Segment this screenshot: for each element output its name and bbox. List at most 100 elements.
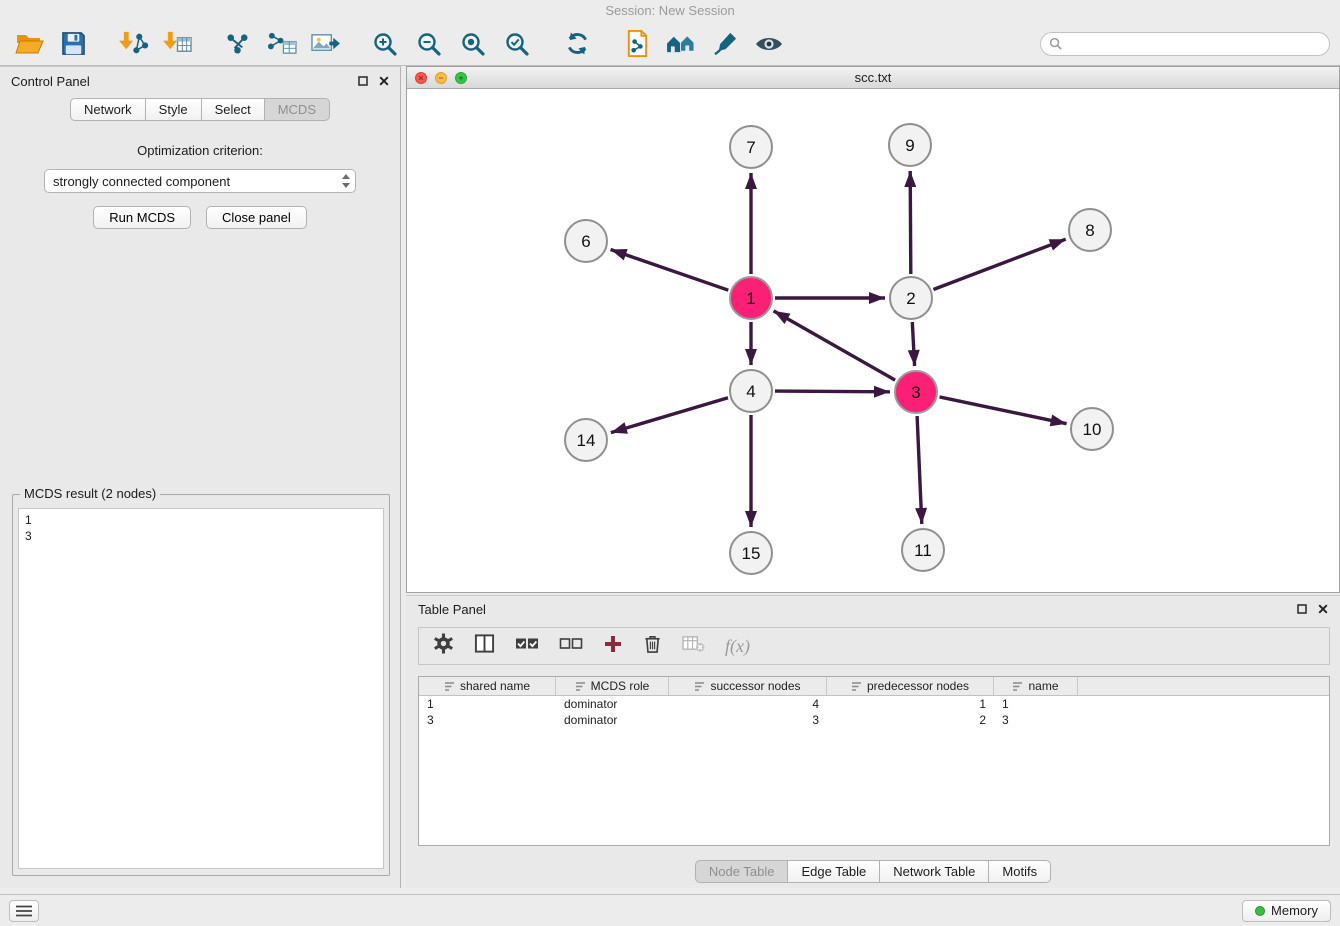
tab-style[interactable]: Style (145, 98, 202, 121)
column-header-mcds-role[interactable]: MCDS role (556, 677, 669, 695)
edge-1-6[interactable] (611, 250, 729, 291)
show-columns-button[interactable] (474, 633, 495, 659)
search-input[interactable] (1067, 36, 1321, 51)
open-folder-icon (14, 31, 44, 57)
node-4[interactable]: 4 (730, 370, 772, 412)
node-11[interactable]: 11 (902, 529, 944, 571)
close-panel-button[interactable] (379, 76, 389, 86)
edge-2-9[interactable] (910, 171, 911, 274)
columns-icon (474, 633, 495, 654)
criterion-dropdown[interactable]: strongly connected component (44, 169, 356, 193)
node-14[interactable]: 14 (565, 419, 607, 461)
first-neighbors-button[interactable] (662, 27, 700, 61)
table-row-1[interactable]: 1dominator411 (419, 696, 1329, 712)
zoom-selected-button[interactable] (498, 27, 536, 61)
edge-3-10[interactable] (940, 397, 1067, 424)
float-table-panel-button[interactable] (1297, 604, 1307, 614)
search-icon (1049, 37, 1062, 50)
new-network-button[interactable] (218, 27, 256, 61)
table-tab-node-table[interactable]: Node Table (695, 860, 789, 883)
open-button[interactable] (10, 27, 48, 61)
column-header-shared-name[interactable]: shared name (419, 677, 556, 695)
table-settings-button[interactable] (433, 633, 454, 659)
add-column-button[interactable] (603, 634, 623, 659)
zoom-out-button[interactable] (410, 27, 448, 61)
network-window-titlebar[interactable]: scc.txt × − + (407, 67, 1339, 89)
edge-2-8[interactable] (933, 239, 1065, 289)
houses-icon (665, 31, 698, 56)
tab-network[interactable]: Network (70, 98, 146, 121)
zoom-in-icon (372, 31, 398, 57)
network-canvas[interactable]: 7 9 6 8 1 2 4 3 14 10 15 11 (407, 89, 1339, 592)
edge-4-3[interactable] (775, 391, 890, 392)
tab-select[interactable]: Select (201, 98, 265, 121)
sort-icon (1012, 681, 1023, 692)
search-box[interactable] (1040, 32, 1330, 56)
mcds-result-text[interactable]: 1 3 (18, 508, 384, 869)
edge-3-1[interactable] (774, 311, 896, 380)
control-panel-title: Control Panel (11, 74, 90, 89)
save-button[interactable] (54, 27, 92, 61)
unselect-all-button[interactable] (559, 637, 583, 656)
select-all-button[interactable] (515, 637, 539, 656)
float-panel-button[interactable] (358, 76, 368, 86)
cell-name: 3 (994, 712, 1078, 728)
edge-2-3[interactable] (912, 322, 914, 366)
column-header-successor-nodes[interactable]: successor nodes (669, 677, 827, 695)
node-8[interactable]: 8 (1069, 209, 1111, 251)
trash-icon (643, 633, 662, 654)
run-mcds-button[interactable]: Run MCDS (93, 206, 191, 229)
import-table-button[interactable] (158, 27, 196, 61)
node-3[interactable]: 3 (895, 371, 937, 413)
node-label-14: 14 (577, 431, 596, 450)
new-network-icon (223, 30, 252, 57)
column-label: MCDS role (591, 679, 650, 693)
node-15[interactable]: 15 (730, 532, 772, 574)
node-9[interactable]: 9 (889, 124, 931, 166)
zoom-in-button[interactable] (366, 27, 404, 61)
status-bar: Memory (0, 894, 1340, 926)
edge-4-14[interactable] (611, 398, 728, 433)
share-document-button[interactable] (618, 27, 656, 61)
memory-label: Memory (1271, 903, 1318, 918)
paintbrush-icon (712, 30, 739, 57)
delete-table-button[interactable] (682, 634, 705, 658)
window-title: Session: New Session (605, 3, 734, 18)
node-2[interactable]: 2 (890, 277, 932, 319)
tab-mcds[interactable]: MCDS (264, 98, 330, 121)
column-header-name[interactable]: name (994, 677, 1078, 695)
column-header-predecessor-nodes[interactable]: predecessor nodes (827, 677, 994, 695)
memory-button[interactable]: Memory (1242, 900, 1331, 922)
node-10[interactable]: 10 (1071, 408, 1113, 450)
node-7[interactable]: 7 (730, 126, 772, 168)
export-image-button[interactable] (306, 27, 344, 61)
function-builder-button[interactable]: f(x) (725, 636, 750, 657)
show-panels-button[interactable] (9, 900, 39, 922)
style-paint-button[interactable] (706, 27, 744, 61)
mcds-result-group: MCDS result (2 nodes) 1 3 (12, 494, 390, 876)
close-table-panel-button[interactable] (1318, 604, 1328, 614)
refresh-layout-button[interactable] (558, 27, 596, 61)
import-network-button[interactable] (114, 27, 152, 61)
import-table-icon (162, 30, 193, 57)
zoom-fit-button[interactable] (454, 27, 492, 61)
table-tab-network-table[interactable]: Network Table (879, 860, 989, 883)
table-tab-edge-table[interactable]: Edge Table (787, 860, 880, 883)
edge-3-11[interactable] (917, 416, 922, 524)
node-6[interactable]: 6 (565, 220, 607, 262)
column-label: predecessor nodes (867, 679, 969, 693)
table-row-2[interactable]: 3dominator323 (419, 712, 1329, 728)
delete-column-button[interactable] (643, 633, 662, 659)
show-hide-button[interactable] (750, 27, 788, 61)
criterion-value: strongly connected component (53, 174, 341, 189)
window-titlebar[interactable]: Session: New Session (0, 0, 1340, 22)
node-1[interactable]: 1 (730, 277, 772, 319)
node-table-header: shared name MCDS role successor nodes prede… (419, 677, 1329, 696)
table-tab-motifs[interactable]: Motifs (988, 860, 1051, 883)
refresh-icon (564, 30, 591, 57)
node-label-4: 4 (746, 382, 755, 401)
node-label-3: 3 (911, 383, 920, 402)
close-mcds-panel-button[interactable]: Close panel (206, 206, 307, 229)
node-label-8: 8 (1085, 221, 1094, 240)
new-network-table-button[interactable] (262, 27, 300, 61)
